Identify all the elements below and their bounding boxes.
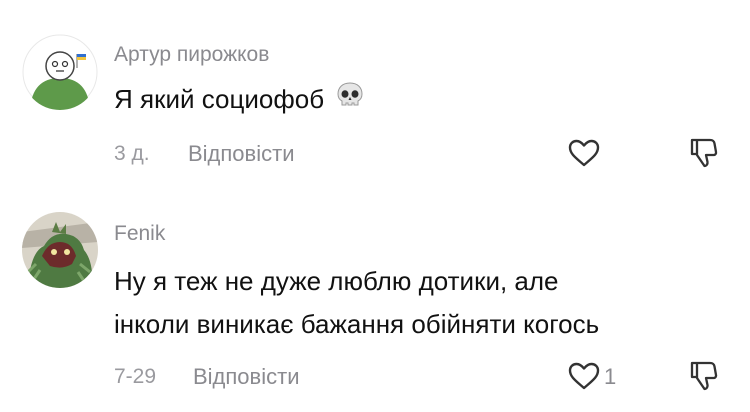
avatar-image [22, 34, 98, 110]
comment-text-line: Ну я теж не дуже люблю дотики, але [114, 266, 559, 296]
comment-text-line: інколи виникає бажання обійняти когось [114, 309, 600, 339]
heart-outline-icon [568, 362, 600, 390]
like-count: 1 [604, 364, 617, 389]
comment-item: Артур пирожков Я який социофоб 3 д. Відп… [0, 0, 750, 200]
username[interactable]: Fenik [114, 222, 165, 246]
comment-date: 3 д. [114, 142, 150, 165]
avatar[interactable] [22, 212, 98, 288]
skull-emoji-icon [335, 80, 365, 123]
dislike-button[interactable] [688, 136, 720, 168]
comment-text: Ну я теж не дуже люблю дотики, але інкол… [114, 260, 599, 346]
comment-date: 7-29 [114, 365, 157, 388]
comment-item: Fenik Ну я теж не дуже люблю дотики, але… [0, 200, 750, 412]
heart-outline-icon [568, 139, 600, 167]
username[interactable]: Артур пирожков [114, 43, 269, 67]
comment-text: Я який социофоб [114, 78, 365, 123]
comment-text-content: Я який социофоб [114, 84, 325, 114]
reply-button[interactable]: Відповісти [193, 364, 300, 390]
dislike-button[interactable] [688, 359, 720, 391]
thumb-down-icon [690, 361, 718, 391]
avatar-image [22, 212, 98, 288]
reply-button[interactable]: Відповісти [188, 141, 295, 167]
thumb-down-icon [690, 138, 718, 168]
like-button[interactable] [566, 360, 602, 392]
like-button[interactable] [566, 137, 602, 169]
avatar[interactable] [22, 34, 98, 110]
